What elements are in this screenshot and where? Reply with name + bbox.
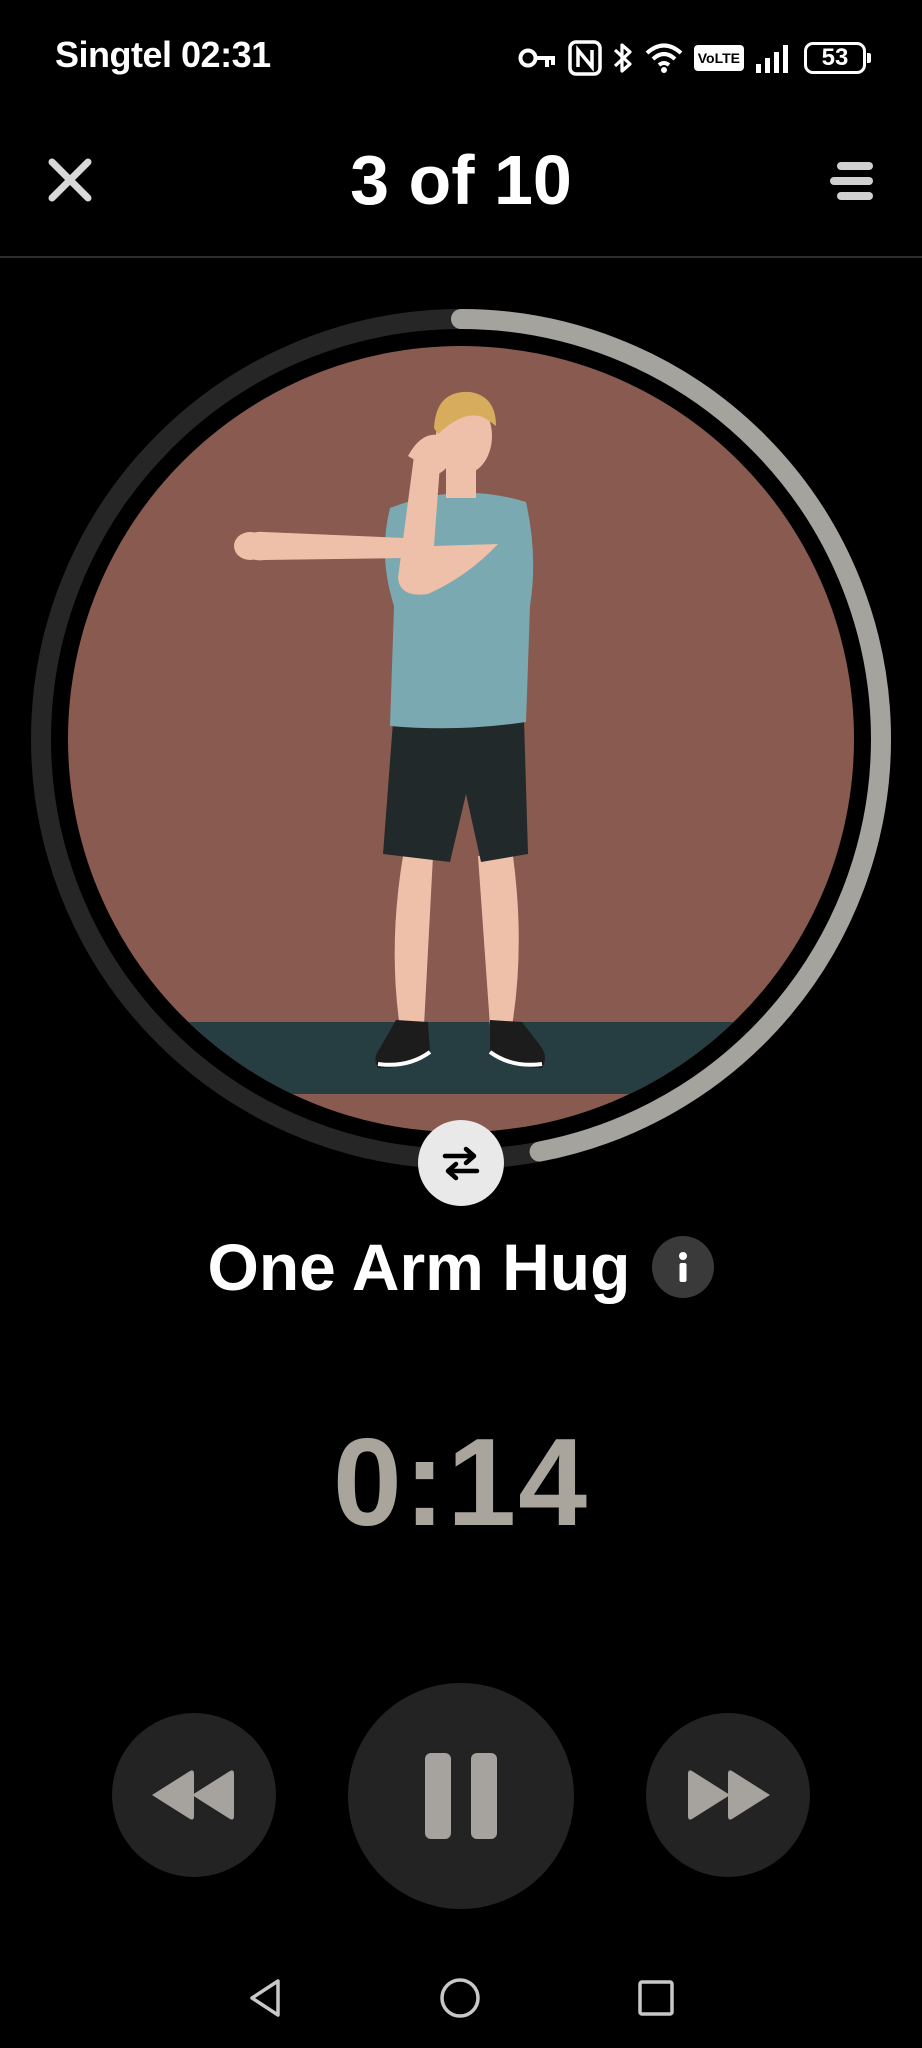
exercise-title-row: One Arm Hug <box>0 1222 922 1312</box>
header-bar: 3 of 10 <box>0 110 922 258</box>
rewind-icon <box>152 1770 234 1820</box>
home-circle-icon <box>440 1978 480 2018</box>
status-icons: VoLTE 53 <box>518 36 871 80</box>
menu-icon <box>830 162 873 200</box>
bluetooth-icon <box>613 43 632 73</box>
swap-arrows-icon <box>442 1146 480 1181</box>
back-triangle-icon <box>250 1979 280 2017</box>
key-icon <box>518 48 555 68</box>
battery-icon: 53 <box>804 42 871 74</box>
status-carrier-time: Singtel 02:31 <box>55 34 271 76</box>
fast-forward-icon <box>688 1770 770 1820</box>
exercise-info-button[interactable] <box>652 1236 715 1298</box>
pause-icon <box>425 1753 497 1839</box>
swap-side-button[interactable] <box>418 1120 504 1206</box>
exercise-list-button[interactable] <box>824 154 880 208</box>
exercise-illustration-circle <box>31 309 891 1169</box>
exercise-counter: 3 of 10 <box>350 141 572 219</box>
next-exercise-button[interactable] <box>646 1713 810 1877</box>
pause-button[interactable] <box>348 1683 574 1909</box>
signal-icon <box>756 45 788 73</box>
wifi-icon <box>645 43 683 73</box>
info-icon <box>679 1252 688 1282</box>
volte-icon: VoLTE <box>693 45 744 71</box>
nav-recents-button[interactable] <box>626 1968 686 2028</box>
status-time: 02:31 <box>181 34 271 75</box>
nav-home-button[interactable] <box>430 1968 490 2028</box>
system-nav-bar <box>0 1950 922 2048</box>
status-bar: Singtel 02:31 VoLTE 53 <box>0 0 922 110</box>
exercise-timer: 0:14 <box>332 1414 590 1552</box>
nav-back-button[interactable] <box>236 1968 296 2028</box>
carrier-name: Singtel <box>55 34 172 75</box>
previous-exercise-button[interactable] <box>112 1713 276 1877</box>
exercise-name: One Arm Hug <box>207 1230 631 1304</box>
recents-square-icon <box>638 1980 674 2016</box>
nfc-icon <box>567 40 602 76</box>
